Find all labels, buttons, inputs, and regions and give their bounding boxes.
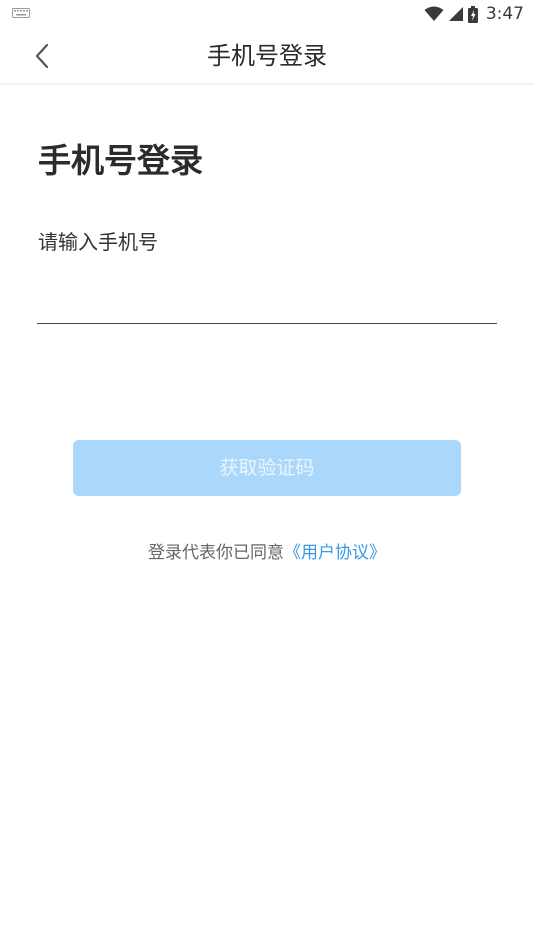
status-bar: 3:47 [0,0,534,28]
phone-input[interactable] [38,262,497,322]
agreement-notice: 登录代表你已同意《用户协议》 [0,538,534,563]
phone-input-label: 请输入手机号 [38,230,158,254]
status-icons: 3:47 [424,4,524,24]
header-title: 手机号登录 [207,42,327,70]
battery-icon [467,5,478,23]
phone-input-underline [37,323,497,324]
signal-icon [448,7,463,21]
chevron-left-icon [35,43,49,69]
agreement-text: 登录代表你已同意 [148,543,284,563]
status-time: 3:47 [485,4,524,24]
page-heading: 手机号登录 [38,141,203,180]
get-code-button[interactable]: 获取验证码 [73,440,461,496]
wifi-icon [424,6,444,21]
user-agreement-link[interactable]: 《用户协议》 [284,543,386,563]
login-screen: 3:47 手机号登录 手机号登录 请输入手机号 获取验证码 登录代表你已同意《用… [0,0,534,950]
app-header: 手机号登录 [0,28,534,84]
back-button[interactable] [22,36,62,76]
keyboard-icon [12,8,30,18]
